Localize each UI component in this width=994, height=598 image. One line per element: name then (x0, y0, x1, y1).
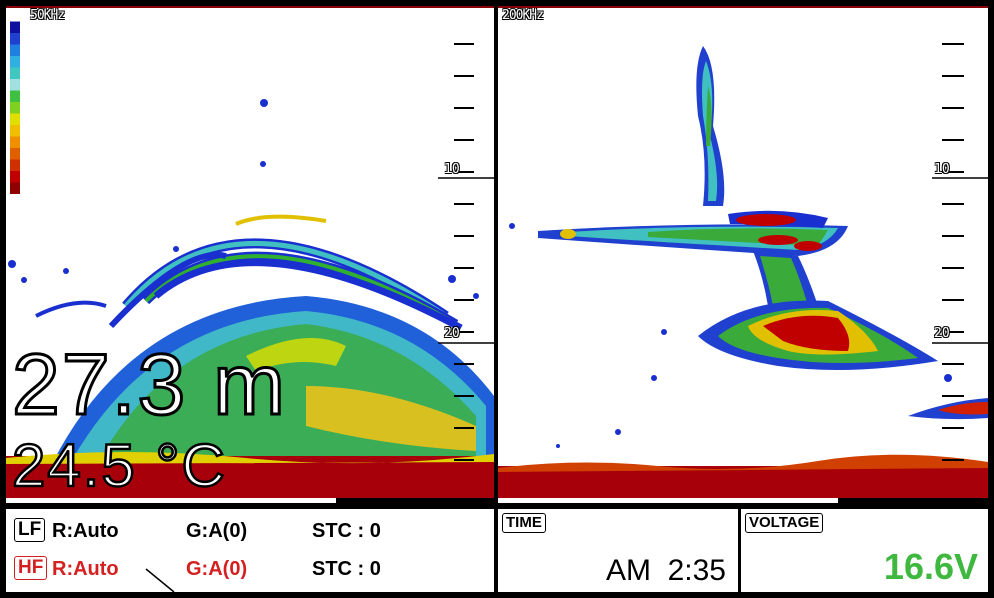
voltage-panel: VOLTAGE 16.6V (741, 509, 988, 592)
voltage-label: VOLTAGE (745, 513, 824, 533)
color-swatch (10, 21, 20, 33)
time-panel: TIME AM 2:35 (498, 509, 738, 592)
hf-scale-label-10: 10 (934, 162, 950, 177)
hf-frequency-label: 200KHz (502, 8, 544, 23)
color-swatch (10, 10, 20, 22)
lf-frequency-label: 50KHz (30, 8, 65, 23)
color-swatch (10, 182, 20, 194)
color-swatch (10, 171, 20, 183)
color-swatch (10, 136, 20, 148)
color-swatch (10, 113, 20, 125)
color-swatch (10, 33, 20, 45)
hf-sonar-panel[interactable]: 200KHz 10 20 (498, 6, 988, 503)
lf-scale-label-20: 20 (444, 326, 460, 341)
gain-status-panel: LF R:Auto G:A(0) STC : 0 HF R:Auto G:A(0… (6, 509, 494, 592)
lf-scale-label-10: 10 (444, 162, 460, 177)
color-swatch (10, 79, 20, 91)
lf-sonar-panel[interactable]: 50KHz 10 20 27.3 m 24.5 °C (6, 6, 494, 503)
depth-readout: 27.3 m (11, 336, 287, 435)
color-swatch (10, 67, 20, 79)
color-swatch (10, 90, 20, 102)
pointer-line (145, 568, 175, 592)
temperature-readout: 24.5 °C (11, 431, 227, 501)
time-label: TIME (502, 513, 546, 533)
voltage-value: 16.6V (883, 546, 978, 587)
hf-echogram (498, 6, 988, 503)
hf-scale-label-20: 20 (934, 326, 950, 341)
color-swatch (10, 44, 20, 56)
color-swatch (10, 148, 20, 160)
color-swatch (10, 125, 20, 137)
color-scale-bar (10, 10, 20, 194)
color-swatch (10, 102, 20, 114)
color-swatch (10, 56, 20, 68)
color-swatch (10, 159, 20, 171)
time-value: AM 2:35 (605, 554, 726, 587)
